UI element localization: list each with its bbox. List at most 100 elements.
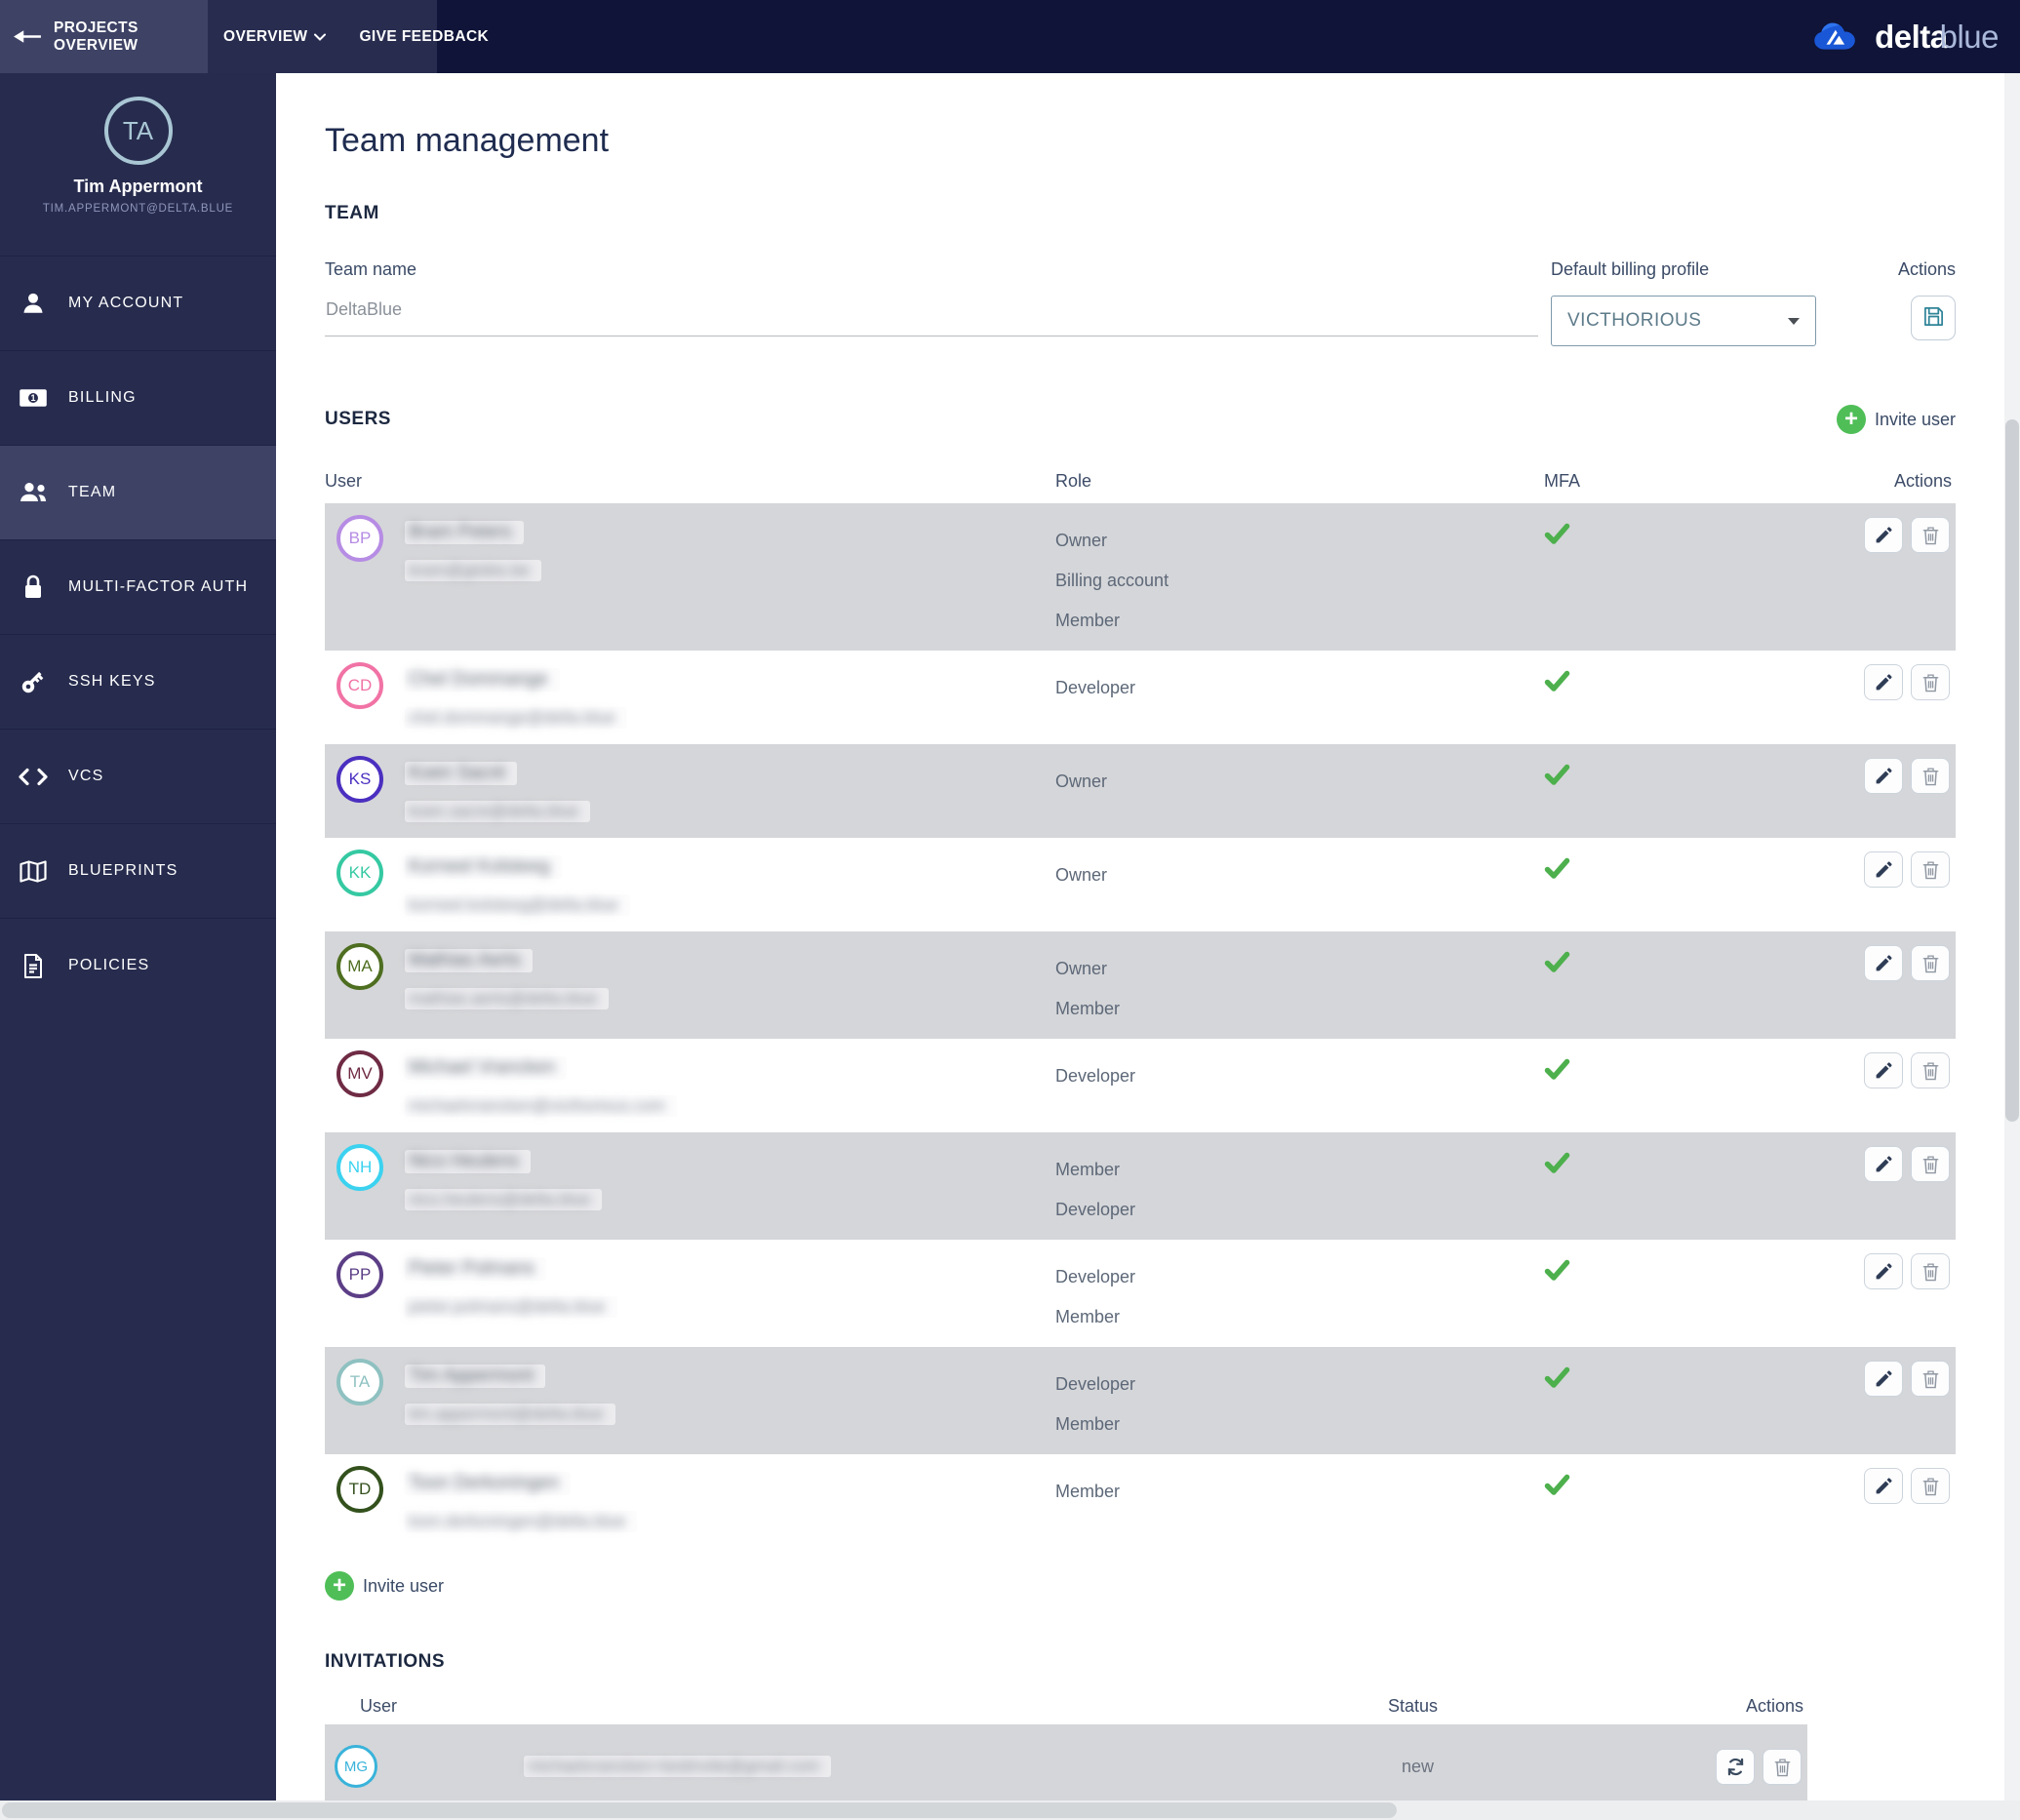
user-cell: KK Korneel Kolsteeg korneel.kolsteeg@delta…: [325, 848, 1055, 916]
user-info: Michael Vrancken michaelvrancken@victhori…: [405, 1048, 677, 1117]
sidebar-item-policies[interactable]: POLICIES: [0, 918, 276, 1012]
sidebar-item-blueprints[interactable]: BLUEPRINTS: [0, 823, 276, 918]
role-label: Developer: [1055, 1374, 1136, 1394]
role-label: Member: [1055, 1160, 1121, 1179]
role-label: Member: [1055, 611, 1121, 630]
invitation-status: new: [1402, 1756, 1435, 1776]
brand-light: blue: [1939, 18, 2000, 55]
edit-user-button[interactable]: [1864, 1052, 1903, 1088]
user-cell: PP Pieter Polmans pieter.polmans@delta.blu…: [325, 1249, 1055, 1318]
mfa-cell: [1544, 1048, 1854, 1085]
table-row: MA Mathias Aerts mathias.aerts@delta.blue O…: [325, 931, 1956, 1039]
redacted-text: pieter.polmans@delta.blue: [405, 1296, 617, 1318]
vertical-scrollbar[interactable]: [2004, 73, 2020, 1800]
sidebar-item-vcs[interactable]: VCS: [0, 729, 276, 823]
invite-user-button-top[interactable]: + Invite user: [1836, 405, 1956, 434]
edit-user-button[interactable]: [1864, 1253, 1903, 1289]
billing-profile-select[interactable]: VICTHORIOUS: [1551, 296, 1816, 346]
sidebar-item-team[interactable]: TEAM: [0, 445, 276, 539]
invitations-section-heading: INVITATIONS: [325, 1651, 446, 1672]
delete-user-button[interactable]: [1911, 945, 1950, 981]
invite-user-button-bottom[interactable]: + Invite user: [325, 1571, 1956, 1601]
table-row: CD Chel Dommange chel.dommange@delta.blue D…: [325, 651, 1956, 744]
user-info: Pieter Polmans pieter.polmans@delta.blue: [405, 1249, 617, 1318]
resend-invite-button[interactable]: [1716, 1748, 1755, 1785]
sidebar-item-multi-factor-auth[interactable]: MULTI-FACTOR AUTH: [0, 539, 276, 634]
delete-user-button[interactable]: [1911, 851, 1950, 888]
team-name-input[interactable]: [325, 299, 1538, 336]
mfa-cell: [1544, 660, 1854, 696]
brand: delta blue: [437, 0, 2020, 73]
user-cell: TD Toon Derkoningen toon.derkoningen@delta…: [325, 1464, 1055, 1532]
sidebar-item-label: MULTI-FACTOR AUTH: [68, 578, 249, 595]
sidebar-item-label: BLUEPRINTS: [68, 862, 178, 879]
actions-cell: [1854, 1048, 1956, 1088]
mfa-check-icon: [1544, 951, 1570, 976]
role-label: Developer: [1055, 1200, 1136, 1219]
role-label: Developer: [1055, 1267, 1136, 1286]
redacted-text: Korneel Kolsteeg: [405, 855, 562, 879]
save-team-button[interactable]: [1911, 296, 1956, 340]
col-user: User: [325, 471, 363, 491]
actions-cell: [1854, 1357, 1956, 1397]
sidebar-item-billing[interactable]: 1 BILLING: [0, 350, 276, 445]
table-row: KS Koen Sacré koen.sacre@delta.blue Owner: [325, 744, 1956, 838]
sidebar-menu: MY ACCOUNT 1 BILLING TEAM MULTI-FACTOR AUTH S…: [0, 256, 276, 1012]
edit-user-button[interactable]: [1864, 758, 1903, 794]
mfa-check-icon: [1544, 764, 1570, 789]
mfa-check-icon: [1544, 523, 1570, 548]
avatar: NH: [337, 1144, 383, 1191]
delete-invite-button[interactable]: [1763, 1748, 1802, 1785]
redacted-text: Koen Sacré: [405, 762, 518, 785]
edit-user-button[interactable]: [1864, 1146, 1903, 1182]
avatar: TA: [103, 97, 173, 165]
profile-email: TIM.APPERMONT@DELTA.BLUE: [42, 203, 234, 215]
projects-overview-button[interactable]: PROJECTS OVERVIEW: [0, 0, 208, 73]
col-mfa: MFA: [1544, 471, 1581, 491]
delete-user-button[interactable]: [1911, 1361, 1950, 1397]
table-row: NH Nico Heulens nico.heulens@delta.blue Mem…: [325, 1132, 1956, 1240]
role-cell: Developer: [1055, 660, 1544, 708]
nav-overview[interactable]: OVERVIEW: [223, 28, 327, 46]
mfa-cell: [1544, 1249, 1854, 1286]
edit-user-button[interactable]: [1864, 1361, 1903, 1397]
user-cell: NH Nico Heulens nico.heulens@delta.blue: [325, 1142, 1055, 1210]
edit-user-button[interactable]: [1864, 517, 1903, 553]
sidebar-item-ssh-keys[interactable]: SSH KEYS: [0, 634, 276, 729]
delete-user-button[interactable]: [1911, 758, 1950, 794]
role-label: Owner: [1055, 959, 1108, 978]
delete-user-button[interactable]: [1911, 1468, 1950, 1504]
mfa-check-icon: [1544, 1058, 1570, 1084]
edit-user-button[interactable]: [1864, 945, 1903, 981]
horizontal-scrollbar-thumb[interactable]: [2, 1802, 1397, 1818]
delete-user-button[interactable]: [1911, 1253, 1950, 1289]
mfa-cell: [1544, 1357, 1854, 1393]
delete-user-button[interactable]: [1911, 1146, 1950, 1182]
col-user: User: [360, 1696, 398, 1716]
vertical-scrollbar-thumb[interactable]: [2005, 419, 2019, 1122]
redacted-text: bram@globis.be: [405, 560, 542, 581]
redacted-text: mathias.aerts@delta.blue: [405, 988, 610, 1009]
edit-user-button[interactable]: [1864, 851, 1903, 888]
redacted-text: chel.dommange@delta.blue: [405, 707, 627, 729]
role-cell: Member Developer: [1055, 1142, 1544, 1230]
edit-user-button[interactable]: [1864, 1468, 1903, 1504]
sidebar-item-my-account[interactable]: MY ACCOUNT: [0, 256, 276, 350]
role-label: Member: [1055, 1482, 1121, 1501]
horizontal-scrollbar[interactable]: [0, 1800, 2020, 1820]
mfa-check-icon: [1544, 1366, 1570, 1392]
role-cell: Owner Billing account Member: [1055, 513, 1544, 641]
mfa-check-icon: [1544, 1474, 1570, 1499]
team-icon: [18, 482, 49, 503]
delete-user-button[interactable]: [1911, 1052, 1950, 1088]
delete-user-button[interactable]: [1911, 517, 1950, 553]
mfa-cell: [1544, 848, 1854, 884]
edit-user-button[interactable]: [1864, 664, 1903, 700]
user-info: Chel Dommange chel.dommange@delta.blue: [405, 660, 627, 729]
table-row: TA Tim Appermont tim.appermont@delta.blue D…: [325, 1347, 1956, 1454]
projects-overview-label: PROJECTS OVERVIEW: [54, 19, 139, 54]
sidebar-item-label: SSH KEYS: [68, 673, 156, 690]
redacted-text: korneel.kolsteeg@delta.blue: [405, 894, 630, 916]
mfa-cell: [1544, 754, 1854, 790]
delete-user-button[interactable]: [1911, 664, 1950, 700]
